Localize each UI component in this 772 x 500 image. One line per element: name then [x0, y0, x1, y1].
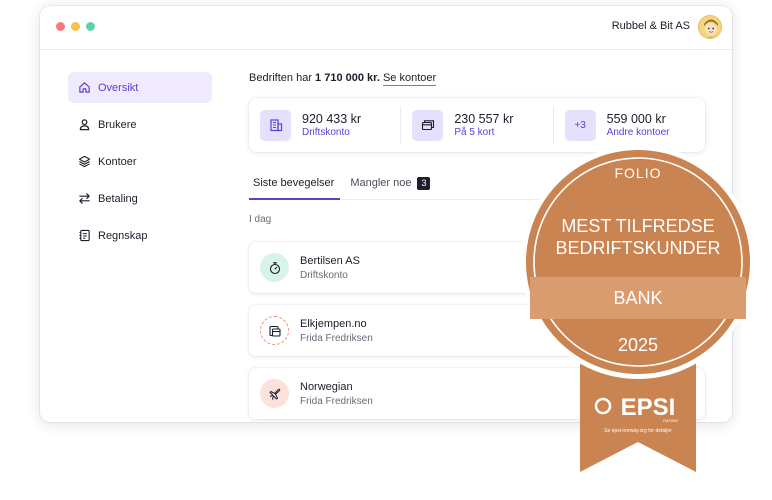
transaction-account: Frida Fredriksen [300, 395, 373, 407]
award-category: BANK [613, 288, 662, 308]
transaction-account: Frida Fredriksen [300, 332, 373, 344]
account-label: På 5 kort [454, 126, 495, 138]
cards-icon [268, 325, 281, 337]
layers-icon [78, 155, 91, 168]
minimize-window-dot[interactable] [71, 22, 80, 31]
award-title-line1: MEST TILFREDSE [561, 216, 714, 236]
avatar-face-icon [699, 16, 721, 38]
home-icon [79, 82, 90, 93]
company-name: Rubbel & Bit AS [611, 20, 690, 32]
award-brand: FOLIO [614, 165, 661, 181]
tab-siste-bevegelser[interactable]: Siste bevegelser [249, 174, 341, 200]
award-title-line2: BEDRIFTSKUNDER [555, 238, 720, 258]
sidebar-item-label: Oversikt [98, 81, 139, 94]
epsi-wordmark: EPSI [621, 394, 676, 421]
count-badge: 3 [417, 177, 431, 190]
see-accounts-link[interactable]: Se kontoer [382, 72, 437, 86]
account-driftskonto[interactable]: 920 433 kr Driftskonto [249, 106, 400, 144]
transfer-icon [79, 193, 90, 204]
tab-label: Mangler noe [350, 177, 412, 189]
transaction-icon [260, 316, 289, 345]
award-badge: FOLIO MEST TILFREDSE BEDRIFTSKUNDER BANK… [521, 145, 755, 472]
account-amount: 920 433 kr [302, 111, 362, 126]
card-icon [421, 120, 434, 131]
tab-mangler-noe[interactable]: Mangler noe 3 [346, 174, 434, 200]
sidebar-item-betaling[interactable]: Betaling [68, 183, 212, 214]
sidebar-item-label: Betaling [98, 192, 138, 205]
transaction-icon [260, 379, 289, 408]
plane-icon [269, 388, 280, 400]
account-label: Driftskonto [302, 126, 350, 138]
transaction-account: Driftskonto [300, 269, 348, 281]
sidebar-item-label: Kontoer [98, 155, 137, 168]
sidebar-item-label: Regnskap [98, 229, 148, 242]
sidebar-item-brukere[interactable]: Brukere [68, 109, 212, 140]
total-amount: 1 710 000 kr. [315, 72, 380, 84]
close-window-dot[interactable] [56, 22, 65, 31]
transaction-name: Norwegian [300, 380, 353, 393]
user-icon [79, 119, 90, 131]
title-bar: Rubbel & Bit AS [40, 6, 732, 50]
sidebar-item-regnskap[interactable]: Regnskap [68, 220, 212, 251]
sidebar: Oversikt Brukere Kontoer Betaling Regnsk… [68, 72, 212, 257]
transaction-name: Elkjempen.no [300, 317, 367, 330]
ledger-icon [79, 229, 90, 242]
epsi-rating-label: RATING [663, 418, 678, 423]
balance-summary: Bedriften har 1 710 000 kr. Se kontoer [249, 68, 705, 88]
account-icon-box [412, 109, 444, 141]
building-icon [269, 119, 282, 132]
avatar[interactable] [698, 15, 722, 39]
award-year: 2025 [618, 335, 658, 355]
account-icon-box [260, 109, 291, 141]
stopwatch-icon [269, 261, 280, 274]
transaction-icon [260, 253, 289, 282]
summary-prefix: Bedriften har [249, 72, 312, 84]
transaction-name: Bertilsen AS [300, 254, 360, 267]
sidebar-item-label: Brukere [98, 118, 137, 131]
award-footnote: Se epsi-norway.org for detaljer [604, 428, 672, 434]
tab-label: Siste bevegelser [253, 177, 335, 189]
sidebar-item-oversikt[interactable]: Oversikt [68, 72, 212, 103]
sidebar-item-kontoer[interactable]: Kontoer [68, 146, 212, 177]
maximize-window-dot[interactable] [86, 22, 95, 31]
account-amount: 230 557 kr [454, 111, 514, 126]
